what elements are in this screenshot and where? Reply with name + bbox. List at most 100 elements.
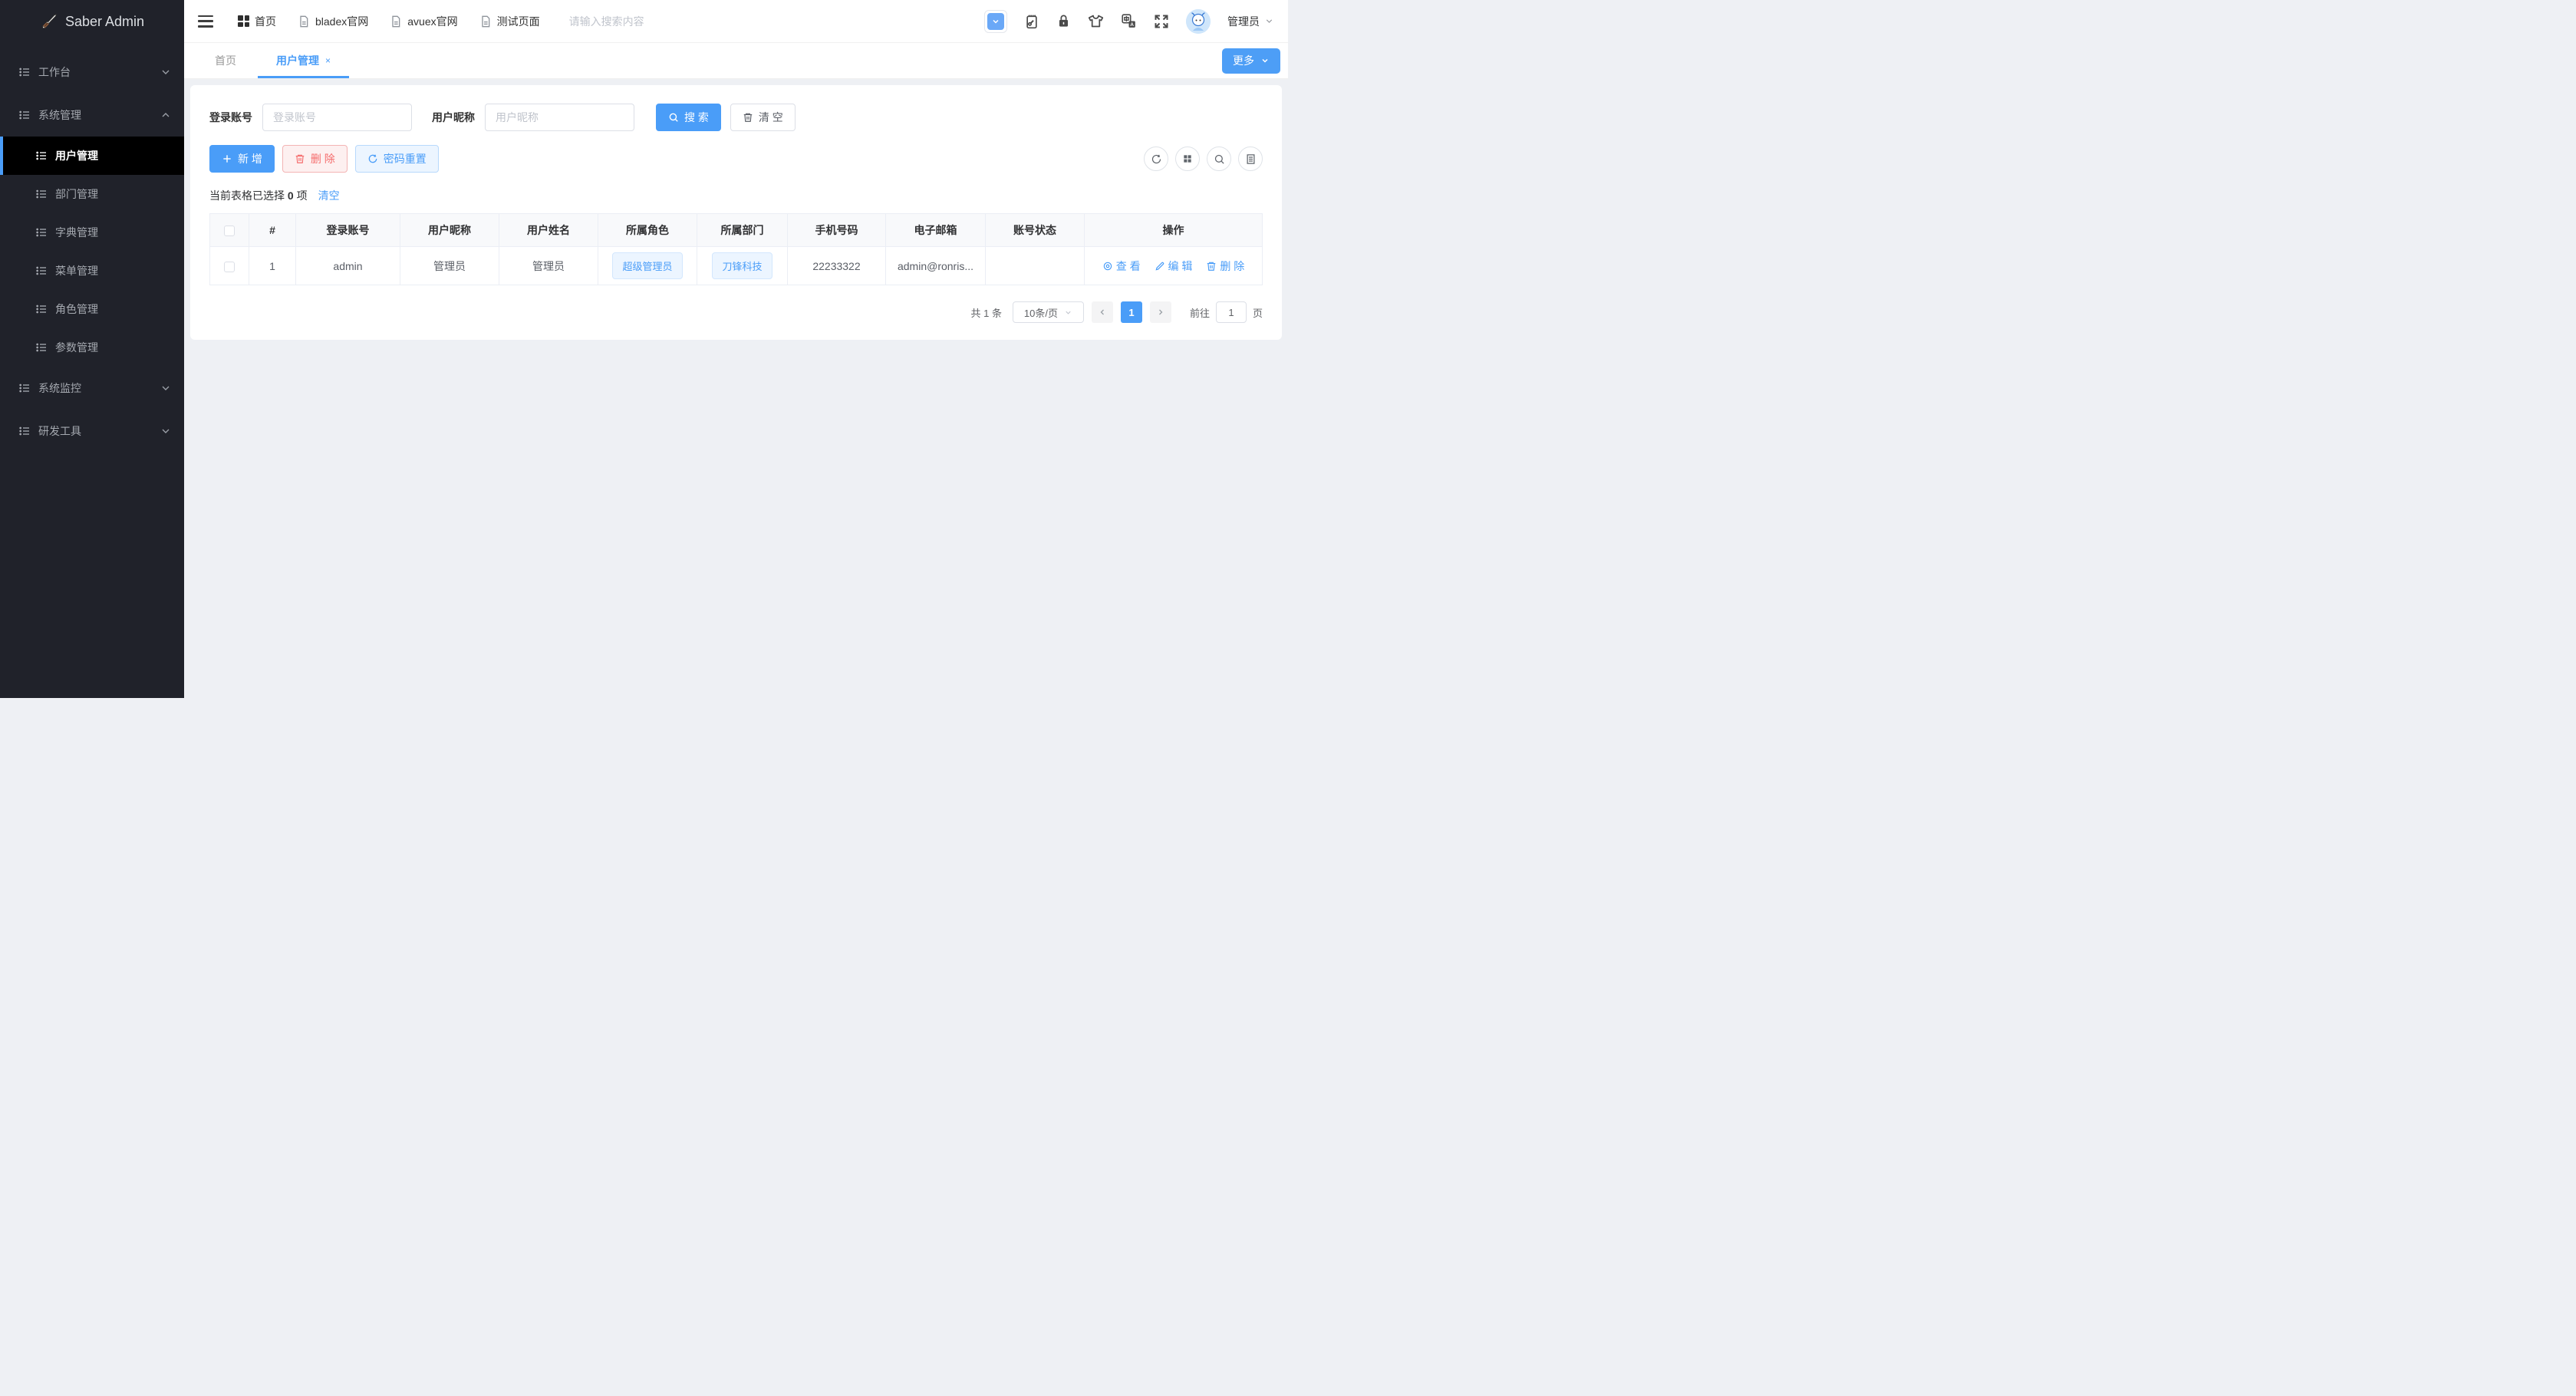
page-size-select[interactable]: 10条/页 [1012, 301, 1084, 323]
col-name: 用户姓名 [499, 213, 598, 247]
fullscreen-icon[interactable] [1154, 14, 1169, 29]
header-select-all [209, 213, 249, 247]
trash-icon [1207, 262, 1216, 271]
theme-color-picker[interactable] [984, 9, 1007, 33]
page-tabs: 首页 用户管理 × 更多 [184, 43, 1288, 79]
cell-role: 超级管理员 [598, 246, 697, 285]
tab-user-mgmt[interactable]: 用户管理 × [256, 43, 351, 78]
sidebar-item-dept-mgmt[interactable]: 部门管理 [0, 175, 184, 213]
topnav-label: bladex官网 [315, 15, 369, 28]
selection-count: 0 [287, 189, 294, 202]
debug-tool-icon[interactable] [1024, 14, 1039, 29]
lock-icon[interactable] [1056, 14, 1071, 28]
sidebar-item-param-mgmt[interactable]: 参数管理 [0, 328, 184, 367]
clear-filters-button[interactable]: 清 空 [730, 104, 796, 131]
table-row: 1 admin 管理员 管理员 超级管理员 刀锋科技 22233322 admi… [209, 246, 1263, 285]
prev-page-button[interactable] [1091, 301, 1113, 323]
selection-info: 当前表格已选择 0 项 清空 [209, 188, 1263, 203]
collapse-menu-icon[interactable] [198, 15, 213, 28]
sidebar-item-workbench[interactable]: 工作台 [0, 51, 184, 94]
refresh-icon [1151, 154, 1161, 163]
refresh-icon [368, 154, 377, 163]
nickname-label: 用户昵称 [432, 111, 475, 123]
pagination-total: 共 1 条 [970, 307, 1002, 319]
sidebar-item-label: 系统监控 [38, 382, 81, 394]
sidebar-item-label: 部门管理 [55, 188, 98, 200]
col-account: 登录账号 [295, 213, 400, 247]
more-label: 更多 [1233, 54, 1254, 67]
cell-phone: 22233322 [787, 246, 886, 285]
page-number-button[interactable]: 1 [1120, 301, 1142, 323]
clear-selection-link[interactable]: 清空 [318, 188, 340, 203]
account-input[interactable] [262, 104, 412, 131]
select-all-checkbox[interactable] [224, 226, 235, 237]
add-label: 新 增 [238, 153, 262, 165]
col-role: 所属角色 [598, 213, 697, 247]
sidebar-item-monitor[interactable]: 系统监控 [0, 367, 184, 410]
topnav-label: avuex官网 [407, 15, 458, 28]
list-icon [36, 305, 46, 314]
sidebar-item-devtools[interactable]: 研发工具 [0, 410, 184, 453]
search-icon [669, 113, 678, 122]
document-icon [392, 15, 400, 27]
top-nav: 首页 bladex官网 avuex官网 测试页面 [238, 14, 540, 29]
tabs-more-button[interactable]: 更多 [1222, 48, 1280, 74]
nickname-input[interactable] [485, 104, 634, 131]
global-search-input[interactable] [568, 15, 700, 28]
topnav-item-home[interactable]: 首页 [238, 14, 276, 29]
topnav-item-test-page[interactable]: 测试页面 [479, 14, 540, 29]
refresh-table-button[interactable] [1144, 147, 1168, 171]
delete-link[interactable]: 删 除 [1206, 258, 1244, 274]
document-list-icon [1247, 153, 1254, 164]
cell-dept: 刀锋科技 [697, 246, 788, 285]
sidebar-item-dict-mgmt[interactable]: 字典管理 [0, 213, 184, 252]
cell-name: 管理员 [499, 246, 598, 285]
user-menu[interactable]: 管理员 [1227, 14, 1274, 29]
edit-link[interactable]: 编 辑 [1155, 258, 1192, 274]
page-unit-label: 页 [1252, 307, 1263, 319]
trash-icon [743, 113, 753, 122]
table-header-row: # 登录账号 用户昵称 用户姓名 所属角色 所属部门 手机号码 电子邮箱 账号状… [209, 213, 1263, 247]
sidebar-item-menu-mgmt[interactable]: 菜单管理 [0, 252, 184, 290]
main-area: 首页 bladex官网 avuex官网 测试页面 请输入搜索内容 A 管理员 首… [184, 0, 1288, 698]
clear-label: 清 空 [758, 111, 783, 123]
sidebar-item-user-mgmt[interactable]: 用户管理 [0, 137, 184, 175]
goto-page-input[interactable] [1215, 301, 1247, 323]
list-icon [19, 384, 29, 393]
toggle-search-button[interactable] [1207, 147, 1231, 171]
goto-page: 前往 页 [1190, 301, 1263, 323]
chevron-left-icon [1100, 309, 1104, 315]
row-checkbox[interactable] [224, 261, 235, 272]
col-nickname: 用户昵称 [400, 213, 499, 247]
search-button[interactable]: 搜 索 [656, 104, 721, 131]
user-name: 管理员 [1227, 15, 1260, 28]
selection-text-before: 当前表格已选择 [209, 189, 285, 202]
user-avatar[interactable] [1186, 8, 1211, 34]
cell-select [209, 246, 249, 285]
col-email: 电子邮箱 [885, 213, 986, 247]
trash-icon [295, 154, 305, 163]
table-view-button[interactable] [1238, 147, 1263, 171]
search-icon [1214, 154, 1224, 164]
next-page-button[interactable] [1149, 301, 1171, 323]
tab-label: 首页 [215, 54, 236, 67]
topnav-item-bladex[interactable]: bladex官网 [298, 14, 368, 29]
cell-nickname: 管理员 [400, 246, 499, 285]
column-settings-button[interactable] [1175, 147, 1200, 171]
sidebar-item-label: 系统管理 [38, 109, 81, 121]
sidebar-item-system[interactable]: 系统管理 [0, 94, 184, 137]
topnav-item-avuex[interactable]: avuex官网 [390, 14, 458, 29]
delete-button[interactable]: 删 除 [282, 145, 348, 173]
topbar-actions: A 管理员 [984, 8, 1274, 34]
translate-icon[interactable]: A [1121, 13, 1137, 29]
close-icon[interactable]: × [325, 55, 331, 66]
sidebar-item-role-mgmt[interactable]: 角色管理 [0, 290, 184, 328]
svg-text:A: A [1130, 22, 1134, 28]
add-button[interactable]: 新 增 [209, 145, 275, 173]
theme-tshirt-icon[interactable] [1088, 13, 1104, 29]
reset-password-button[interactable]: 密码重置 [354, 145, 439, 173]
table-tools [1144, 147, 1263, 171]
selection-text-after: 项 [296, 189, 308, 202]
tab-home[interactable]: 首页 [195, 43, 256, 78]
view-link[interactable]: 查 看 [1102, 258, 1141, 274]
